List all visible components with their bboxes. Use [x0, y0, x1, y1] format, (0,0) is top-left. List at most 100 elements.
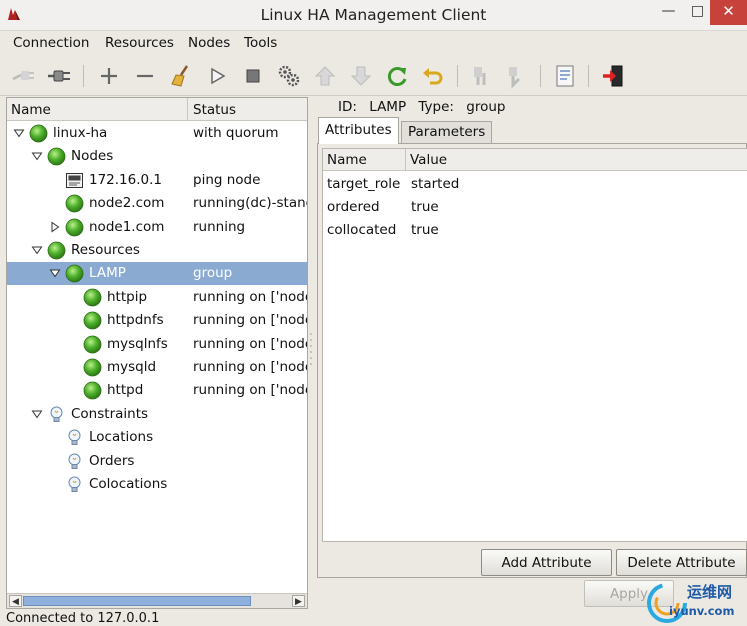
tree-row-label: Locations: [89, 429, 154, 446]
cleanup-broom-icon[interactable]: [168, 63, 194, 89]
tree-row-label: mysqld: [107, 359, 157, 375]
tree-column-name[interactable]: Name: [7, 98, 188, 121]
table-row[interactable]: collocated true: [323, 219, 747, 242]
status-green-icon: [65, 194, 84, 213]
collapse-arrow-icon[interactable]: [49, 221, 61, 233]
menu-bar: Connection Resources Nodes Tools: [0, 31, 747, 55]
tree-row-label: node1.com: [89, 218, 165, 235]
panel-splitter-handle[interactable]: [309, 330, 313, 370]
tree-row[interactable]: linux-ha with quorum: [7, 122, 307, 145]
tree-row-label: LAMP: [89, 265, 126, 282]
expand-arrow-icon[interactable]: [31, 150, 43, 162]
active-node-icon[interactable]: [502, 63, 528, 89]
status-green-icon: [47, 147, 66, 166]
status-green-icon: [65, 264, 84, 283]
view-xml-icon[interactable]: [552, 63, 578, 89]
exit-icon[interactable]: [600, 63, 626, 89]
attr-column-value[interactable]: Value: [406, 149, 747, 171]
resource-info: ID: LAMP Type: group: [338, 99, 513, 115]
minimize-button[interactable]: —: [655, 0, 682, 25]
menu-resources[interactable]: Resources: [105, 35, 174, 51]
watermark-text: 运维网: [687, 583, 733, 601]
tree-row-label: Orders: [89, 452, 135, 469]
table-row[interactable]: target_role started: [323, 173, 747, 196]
tree-row-status: running on ['node1.com']: [193, 335, 307, 352]
gears-icon[interactable]: [276, 63, 302, 89]
tree-row[interactable]: Locations: [7, 426, 307, 449]
status-green-icon: [83, 381, 102, 400]
tree-horizontal-scrollbar[interactable]: ◀ ▶: [7, 593, 307, 608]
status-green-icon: [29, 124, 48, 143]
tree-row[interactable]: httpip running on ['node1.com']: [7, 286, 307, 309]
add-attribute-button[interactable]: Add Attribute: [481, 549, 612, 576]
tree-row[interactable]: httpd running on ['node1.com']: [7, 379, 307, 402]
attr-column-name[interactable]: Name: [323, 149, 406, 171]
toolbar-separator: [83, 65, 84, 87]
toolbar-separator: [457, 65, 458, 87]
scroll-right-icon[interactable]: ▶: [292, 595, 305, 607]
tree-row[interactable]: node2.com running(dc)-standby: [7, 192, 307, 215]
connect-icon[interactable]: [46, 63, 72, 89]
move-up-icon[interactable]: [312, 63, 338, 89]
undo-icon[interactable]: [420, 63, 446, 89]
table-row[interactable]: ordered true: [323, 196, 747, 219]
tree-row[interactable]: 172.16.0.1 ping node: [7, 169, 307, 192]
tree-column-status[interactable]: Status: [188, 98, 307, 121]
status-green-icon: [83, 288, 102, 307]
tree-row[interactable]: mysqlnfs running on ['node1.com']: [7, 333, 307, 356]
tab-parameters[interactable]: Parameters: [401, 121, 493, 143]
expand-arrow-icon[interactable]: [31, 408, 43, 420]
tree-row[interactable]: Constraints: [7, 403, 307, 426]
cluster-tree-panel: Name Status linux-ha with quorum Nodes 172.…: [6, 97, 308, 609]
tree-row-status: group: [193, 265, 233, 282]
tab-attributes[interactable]: Attributes: [318, 117, 399, 144]
tree-row-status: running on ['node1.com']: [193, 359, 307, 375]
watermark-swirl-icon: [647, 583, 687, 623]
add-icon[interactable]: [96, 63, 122, 89]
toolbar-separator: [540, 65, 541, 87]
scrollbar-thumb[interactable]: [23, 596, 251, 606]
tree-row-label: mysqlnfs: [107, 335, 168, 352]
tree-row-label: httpdnfs: [107, 312, 164, 329]
tree-row-status: running on ['node1.com']: [193, 312, 307, 329]
maximize-button[interactable]: □: [684, 0, 711, 25]
tree-row[interactable]: Colocations: [7, 473, 307, 496]
close-button[interactable]: ✕: [710, 0, 747, 25]
toolbar-separator: [588, 65, 589, 87]
attr-name: ordered: [327, 199, 380, 215]
tree-row-status: running on ['node1.com']: [193, 288, 307, 305]
menu-nodes[interactable]: Nodes: [188, 35, 230, 51]
tree-row-status: running: [193, 218, 246, 235]
tree-row-label: httpip: [107, 288, 148, 305]
expand-arrow-icon[interactable]: [49, 267, 61, 279]
status-bar: Connected to 127.0.0.1: [0, 610, 747, 626]
menu-connection[interactable]: Connection: [13, 35, 89, 51]
tree-row-label: Constraints: [71, 405, 149, 422]
tree-row[interactable]: Orders: [7, 450, 307, 473]
disconnect-icon[interactable]: [10, 63, 36, 89]
status-green-icon: [47, 241, 66, 260]
tree-row-label: 172.16.0.1: [89, 171, 162, 188]
standby-node-icon[interactable]: [468, 63, 494, 89]
tree-row[interactable]: httpdnfs running on ['node1.com']: [7, 309, 307, 332]
expand-arrow-icon[interactable]: [13, 127, 25, 139]
attr-value: true: [411, 199, 439, 215]
tree-row[interactable]: Nodes: [7, 145, 307, 168]
tree-row[interactable]: node1.com running: [7, 216, 307, 239]
expand-arrow-icon[interactable]: [31, 244, 43, 256]
move-down-icon[interactable]: [348, 63, 374, 89]
id-value: LAMP: [369, 99, 407, 115]
tree-row-label: linux-ha: [53, 125, 108, 141]
start-icon[interactable]: [204, 63, 230, 89]
scroll-left-icon[interactable]: ◀: [9, 595, 22, 607]
tree-row[interactable]: Resources: [7, 239, 307, 262]
menu-tools[interactable]: Tools: [244, 35, 277, 51]
delete-attribute-button[interactable]: Delete Attribute: [616, 549, 747, 576]
tree-row[interactable]: mysqld running on ['node1.com']: [7, 356, 307, 379]
refresh-icon[interactable]: [384, 63, 410, 89]
attr-name: collocated: [327, 222, 397, 238]
tree-row[interactable]: LAMP group: [7, 262, 307, 286]
remove-icon[interactable]: [132, 63, 158, 89]
attr-name: target_role: [327, 176, 401, 192]
stop-icon[interactable]: [240, 63, 266, 89]
